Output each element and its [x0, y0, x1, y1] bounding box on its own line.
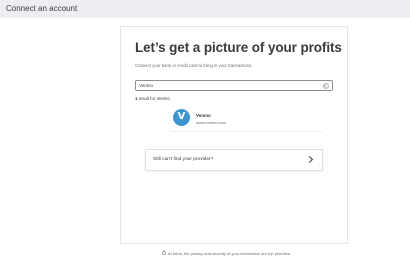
provider-url: www.venmo.com — [196, 120, 227, 125]
provider-name[interactable]: Venmo — [196, 113, 211, 118]
result-count-text: result for Venmo — [137, 96, 170, 101]
privacy-note: At Intuit, the privacy and security of y… — [168, 251, 291, 256]
result-count: 1 result for Venmo — [135, 96, 170, 101]
page-subtitle: Connect your bank or credit card to brin… — [135, 63, 253, 68]
chevron-right-icon — [305, 155, 314, 163]
page-title: Let’s get a picture of your profits — [135, 40, 342, 55]
find-provider-button[interactable]: Still can’t find your provider? — [145, 149, 323, 171]
venmo-logo[interactable]: V — [173, 109, 190, 126]
venmo-logo-letter: V — [177, 111, 186, 122]
find-provider-label: Still can’t find your provider? — [153, 157, 214, 162]
lock-icon — [162, 250, 166, 255]
clear-icon[interactable] — [323, 82, 329, 89]
result-divider — [170, 131, 322, 132]
window-title: Connect an account — [6, 4, 78, 13]
search-input[interactable]: Venmo — [135, 80, 333, 91]
search-input-value[interactable]: Venmo — [139, 83, 153, 88]
connect-account-page: Connect an account Let’s get a picture o… — [0, 0, 410, 261]
connect-card — [120, 26, 348, 244]
window-titlebar: Connect an account — [0, 0, 410, 18]
